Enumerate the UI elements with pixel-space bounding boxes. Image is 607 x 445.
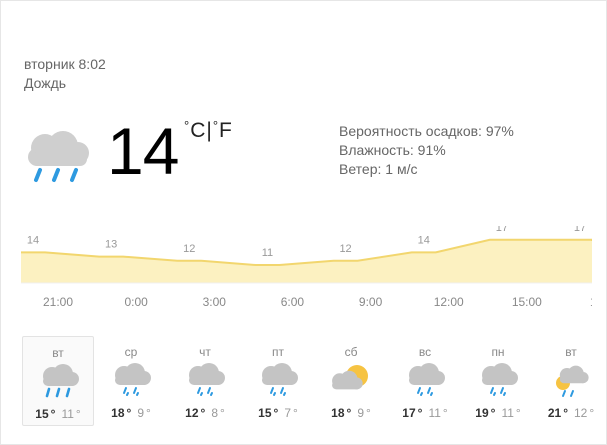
- high-temperature: 19: [475, 406, 489, 420]
- degree-symbol: °: [490, 406, 496, 420]
- day-forecast-4[interactable]: сб 18 ° 9 °: [315, 336, 387, 426]
- precipitation-probability: Вероятность осадков: 97%: [339, 123, 514, 139]
- day-name: пн: [491, 345, 505, 359]
- day-name: сб: [344, 345, 358, 359]
- time-tick-label: 21:00: [43, 295, 73, 309]
- high-temperature: 18: [331, 406, 345, 420]
- temperature-label: 12: [339, 243, 351, 255]
- day-temperatures: 12 ° 8 °: [169, 406, 241, 420]
- current-temperature: 14: [107, 114, 179, 188]
- day-time: вторник 8:02: [24, 56, 106, 72]
- day-forecast-3[interactable]: пт 15 ° 7 °: [242, 336, 314, 426]
- degree-symbol: °: [366, 406, 371, 420]
- low-temperature: 9: [137, 406, 145, 420]
- condition: Дождь: [24, 75, 67, 91]
- fog-icon: [549, 359, 593, 399]
- degree-symbol: °: [346, 406, 352, 420]
- light-rain-icon: [183, 359, 227, 399]
- degree-symbol: °: [212, 118, 219, 133]
- weather-widget: вторник 8:02 Дождь 14 °C|°F Вероятность …: [0, 0, 607, 445]
- degree-symbol: °: [220, 406, 225, 420]
- temperature-label: 17: [574, 226, 586, 234]
- degree-symbol: °: [515, 406, 521, 420]
- high-temperature: 15: [35, 407, 49, 421]
- low-temperature: 11: [501, 406, 514, 420]
- day-temperatures: 15 ° 7 °: [242, 406, 314, 420]
- high-temperature: 21: [547, 406, 562, 420]
- light-rain-icon: [256, 359, 300, 399]
- low-temperature: 11: [61, 407, 74, 421]
- day-name: пт: [272, 345, 284, 359]
- day-name: вс: [418, 345, 432, 359]
- temperature-label: 17: [496, 226, 508, 234]
- day-temperatures: 21 ° 12 °: [535, 406, 607, 420]
- humidity: Влажность: 91%: [339, 142, 446, 158]
- unit-separator: |: [206, 119, 212, 142]
- light-rain-icon: [476, 359, 520, 399]
- day-temperatures: 17 ° 11 °: [389, 406, 461, 420]
- light-rain-icon: [109, 359, 153, 399]
- time-tick-label: 9:00: [359, 295, 383, 309]
- day-name: ср: [124, 345, 138, 359]
- high-temperature: 12: [185, 406, 199, 420]
- low-temperature: 8: [211, 406, 219, 420]
- degree-symbol: °: [417, 406, 423, 420]
- degree-symbol: °: [442, 406, 448, 420]
- temperature-label: 14: [27, 234, 39, 246]
- high-temperature: 17: [402, 406, 416, 420]
- day-forecast-0[interactable]: вт 15 ° 11 °: [22, 336, 94, 426]
- rain-cloud-icon: [23, 126, 95, 186]
- day-forecast-2[interactable]: чт 12 ° 8 °: [169, 336, 241, 426]
- temperature-label: 11: [262, 247, 273, 259]
- degree-symbol: °: [273, 406, 279, 420]
- day-forecast-1[interactable]: ср 18 ° 9 °: [95, 336, 167, 426]
- weather-details: Вероятность осадков: 97% Влажность: 91% …: [339, 122, 514, 179]
- unit-celsius-button[interactable]: C: [190, 119, 205, 142]
- wind: Ветер: 1 м/с: [339, 161, 418, 177]
- low-temperature: 9: [357, 406, 365, 420]
- day-name: чт: [199, 345, 211, 359]
- light-rain-icon: [403, 359, 447, 399]
- day-name: вт: [565, 345, 577, 359]
- degree-symbol: °: [293, 406, 298, 420]
- day-temperatures: 15 ° 11 °: [23, 407, 93, 421]
- day-temperatures: 18 ° 9 °: [95, 406, 167, 420]
- unit-switcher: °C|°F: [184, 118, 232, 143]
- day-forecast-6[interactable]: пн 19 ° 11 °: [462, 336, 534, 426]
- degree-symbol: °: [75, 407, 81, 421]
- degree-symbol: °: [563, 406, 568, 420]
- degree-symbol: °: [200, 406, 206, 420]
- time-tick-label: 18:00: [590, 295, 592, 309]
- time-tick-label: 6:00: [281, 295, 305, 309]
- partly-cloudy-icon: [329, 359, 373, 399]
- degree-symbol: °: [184, 118, 190, 133]
- time-tick-label: 0:00: [124, 295, 148, 309]
- daily-forecast: вт 15 ° 11 ° ср 18 ° 9 ° чт 12 ° 8 ° пт 15 ° 7 ° сб 18 ° 9 ° вс 17…: [22, 336, 596, 426]
- hourly-temperature-chart: 14 21:00 13 0:00 12 3:00 11 6:00 12 9:00 14 12:00 17…: [21, 226, 592, 309]
- degree-symbol: °: [126, 406, 132, 420]
- low-temperature: 7: [284, 406, 292, 420]
- low-temperature: 12: [574, 406, 588, 420]
- unit-fahrenheit-button[interactable]: F: [219, 119, 232, 142]
- day-temperatures: 19 ° 11 °: [462, 406, 534, 420]
- temperature-label: 13: [105, 239, 117, 251]
- low-temperature: 11: [428, 406, 441, 420]
- day-name: вт: [52, 346, 64, 360]
- temperature-label: 14: [418, 234, 430, 246]
- temperature-label: 12: [183, 243, 195, 255]
- degree-symbol: °: [146, 406, 151, 420]
- day-forecast-7[interactable]: вт 21 ° 12 °: [535, 336, 607, 426]
- time-tick-label: 15:00: [512, 295, 542, 309]
- high-temperature: 15: [258, 406, 272, 420]
- degree-symbol: °: [589, 406, 595, 420]
- day-temperatures: 18 ° 9 °: [315, 406, 387, 420]
- degree-symbol: °: [50, 407, 56, 421]
- day-forecast-5[interactable]: вс 17 ° 11 °: [389, 336, 461, 426]
- heavy-rain-icon: [37, 360, 81, 400]
- high-temperature: 18: [111, 406, 125, 420]
- time-tick-label: 3:00: [203, 295, 227, 309]
- time-tick-label: 12:00: [434, 295, 464, 309]
